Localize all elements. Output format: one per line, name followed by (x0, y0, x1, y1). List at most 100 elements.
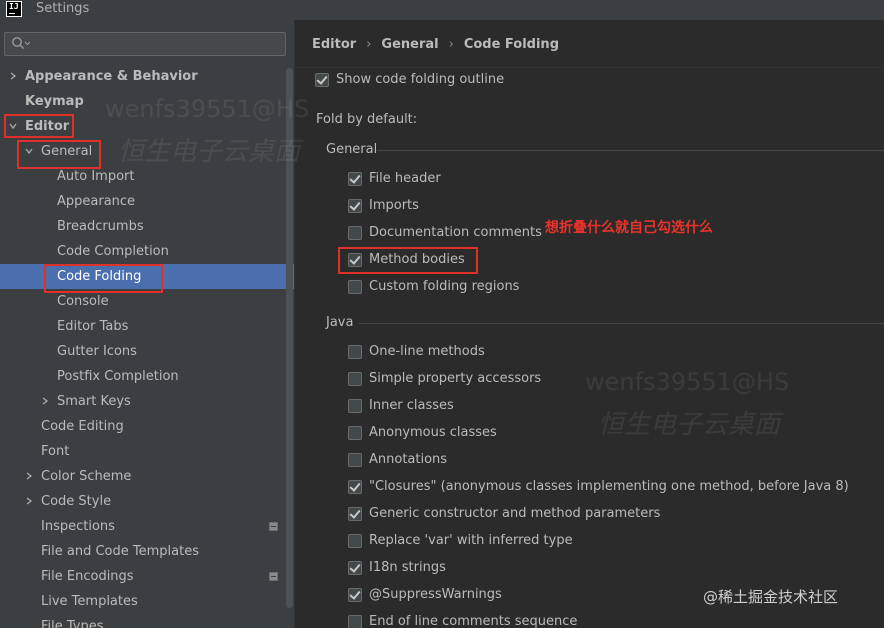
sidebar-item-label: File Encodings (41, 569, 134, 584)
option-label: One-line methods (369, 344, 485, 359)
java-group-divider (359, 323, 884, 324)
sidebar-item-editor-tabs[interactable]: Editor Tabs (0, 314, 294, 339)
settings-sidebar: Appearance & Behavior Keymap Editor General… (0, 20, 295, 628)
fold-by-default-label: Fold by default: (316, 112, 418, 127)
sidebar-item-file-and-code-templates[interactable]: File and Code Templates (0, 539, 294, 564)
sidebar-item-appearance[interactable]: Appearance (0, 189, 294, 214)
checkbox[interactable] (348, 561, 362, 575)
sidebar-item-postfix-completion[interactable]: Postfix Completion (0, 364, 294, 389)
sidebar-item-label: Keymap (25, 94, 84, 109)
sidebar-item-label: Code Editing (41, 419, 124, 434)
intellij-logo-icon: IJ (6, 1, 22, 17)
checkbox[interactable] (348, 588, 362, 602)
project-settings-icon (269, 572, 278, 581)
sidebar-item-inspections[interactable]: Inspections (0, 514, 294, 539)
java-group-title: Java (326, 315, 354, 330)
checkbox[interactable] (348, 172, 362, 186)
sidebar-item-label: Appearance & Behavior (25, 69, 198, 84)
breadcrumb-item-editor[interactable]: Editor (312, 37, 356, 52)
option-label: Replace 'var' with inferred type (369, 533, 573, 548)
chevron-down-icon[interactable] (9, 122, 17, 130)
sidebar-item-code-completion[interactable]: Code Completion (0, 239, 294, 264)
show-outline-checkbox[interactable] (315, 73, 329, 87)
project-settings-icon (269, 522, 278, 531)
sidebar-item-label: General (41, 144, 93, 159)
sidebar-item-label: Postfix Completion (57, 369, 179, 384)
breadcrumb-separator: › (448, 37, 454, 52)
sidebar-item-gutter-icons[interactable]: Gutter Icons (0, 339, 294, 364)
sidebar-item-label: Editor Tabs (57, 319, 129, 334)
sidebar-item-code-editing[interactable]: Code Editing (0, 414, 294, 439)
breadcrumb-separator: › (366, 37, 372, 52)
option-label: Anonymous classes (369, 425, 497, 440)
sidebar-item-label: Font (41, 444, 70, 459)
sidebar-item-label: Code Folding (57, 269, 142, 284)
sidebar-item-label: File Types (41, 619, 104, 628)
sidebar-item-label: Smart Keys (57, 394, 131, 409)
sidebar-item-label: Gutter Icons (57, 344, 137, 359)
checkbox[interactable] (348, 199, 362, 213)
checkbox[interactable] (348, 345, 362, 359)
option-label: End of line comments sequence (369, 614, 578, 628)
breadcrumb-item-general[interactable]: General (381, 37, 438, 52)
option-label: Custom folding regions (369, 279, 520, 294)
title-bar: IJ Settings (0, 0, 884, 20)
chevron-right-icon[interactable] (25, 472, 33, 480)
checkbox[interactable] (348, 615, 362, 628)
checkbox[interactable] (348, 372, 362, 386)
sidebar-item-breadcrumbs[interactable]: Breadcrumbs (0, 214, 294, 239)
sidebar-item-label: Code Style (41, 494, 112, 509)
checkbox[interactable] (348, 226, 362, 240)
settings-content: Editor › General › Code Folding Show code fo… (295, 20, 884, 628)
sidebar-item-code-folding[interactable]: Code Folding (0, 264, 294, 289)
general-group-divider (377, 150, 884, 151)
sidebar-item-color-scheme[interactable]: Color Scheme (0, 464, 294, 489)
option-label: Inner classes (369, 398, 454, 413)
option-label: Annotations (369, 452, 448, 467)
search-box[interactable] (4, 32, 286, 56)
sidebar-item-file-types[interactable]: File Types (0, 614, 294, 628)
sidebar-item-editor[interactable]: Editor (0, 114, 294, 139)
checkbox[interactable] (348, 399, 362, 413)
sidebar-item-general[interactable]: General (0, 139, 294, 164)
sidebar-item-label: Breadcrumbs (57, 219, 144, 234)
checkbox[interactable] (348, 507, 362, 521)
sidebar-item-file-encodings[interactable]: File Encodings (0, 564, 294, 589)
chevron-right-icon[interactable] (25, 497, 33, 505)
sidebar-item-keymap[interactable]: Keymap (0, 89, 294, 114)
checkbox[interactable] (348, 453, 362, 467)
sidebar-item-code-style[interactable]: Code Style (0, 489, 294, 514)
checkbox[interactable] (348, 253, 362, 267)
chevron-down-icon[interactable] (25, 147, 33, 155)
sidebar-item-appearance-behavior[interactable]: Appearance & Behavior (0, 64, 294, 89)
sidebar-item-label: Code Completion (57, 244, 169, 259)
option-label: Method bodies (369, 252, 465, 267)
sidebar-item-label: Appearance (57, 194, 136, 209)
sidebar-item-font[interactable]: Font (0, 439, 294, 464)
sidebar-item-label: Auto Import (57, 169, 135, 184)
sidebar-item-console[interactable]: Console (0, 289, 294, 314)
sidebar-item-label: Color Scheme (41, 469, 132, 484)
window-title: Settings (36, 1, 90, 16)
show-outline-label: Show code folding outline (336, 72, 505, 87)
option-label: Simple property accessors (369, 371, 542, 386)
sidebar-item-label: File and Code Templates (41, 544, 199, 559)
sidebar-item-smart-keys[interactable]: Smart Keys (0, 389, 294, 414)
search-input[interactable] (33, 35, 283, 53)
checkbox[interactable] (348, 534, 362, 548)
sidebar-item-label: Editor (25, 119, 70, 134)
checkbox[interactable] (348, 280, 362, 294)
general-group-title: General (326, 142, 378, 157)
source-credit: @稀土掘金技术社区 (703, 588, 839, 606)
breadcrumb-item-code-folding: Code Folding (463, 37, 559, 52)
sidebar-scrollbar[interactable] (286, 68, 293, 608)
checkbox[interactable] (348, 426, 362, 440)
checkbox[interactable] (348, 480, 362, 494)
sidebar-item-auto-import[interactable]: Auto Import (0, 164, 294, 189)
option-label: I18n strings (369, 560, 446, 575)
option-label: Imports (369, 198, 419, 213)
chevron-right-icon[interactable] (9, 72, 17, 80)
chevron-right-icon[interactable] (41, 397, 49, 405)
option-label: "Closures" (anonymous classes implementi… (369, 479, 849, 494)
sidebar-item-live-templates[interactable]: Live Templates (0, 589, 294, 614)
